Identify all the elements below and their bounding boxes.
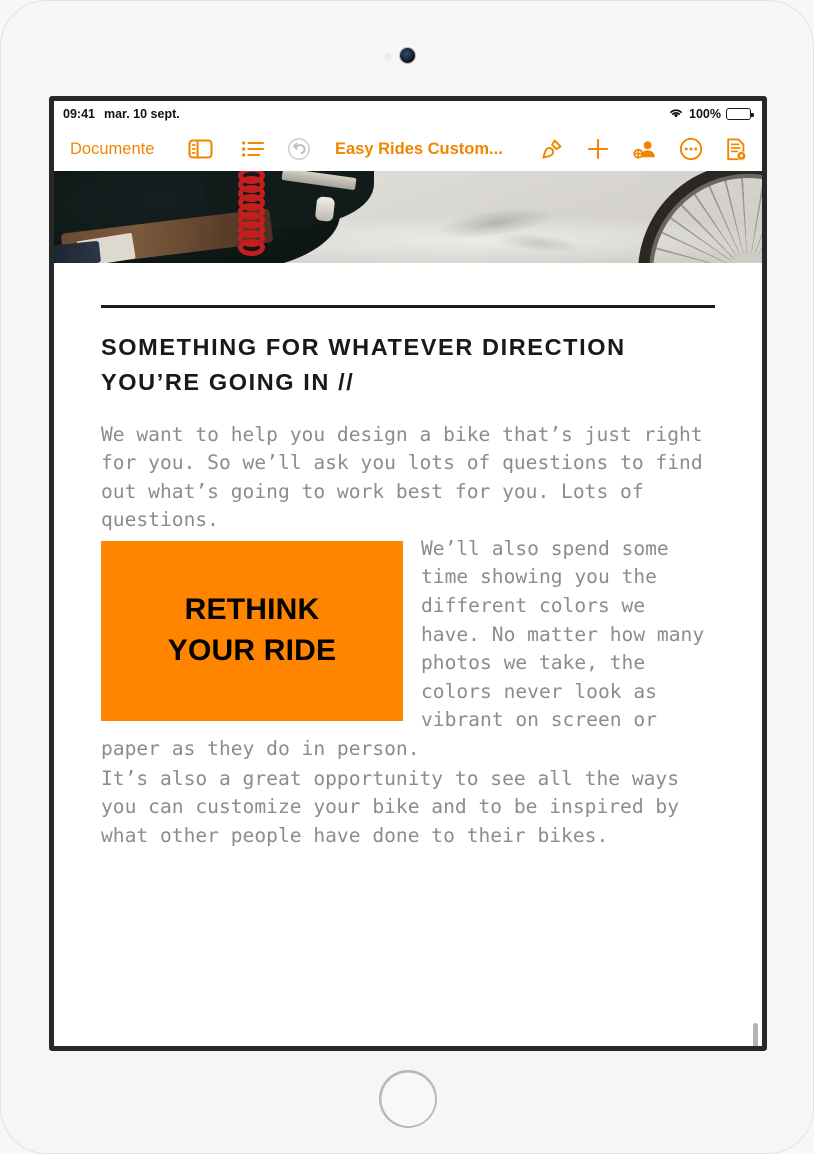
app-toolbar: Documente Easy Rides Custom... (54, 127, 762, 171)
sidebar-panel-icon[interactable] (188, 138, 213, 160)
document-body: SOMETHING FOR WHATEVER DIRECTION YOU’RE … (54, 263, 762, 850)
paragraph-three[interactable]: It’s also a great opportunity to see all… (101, 765, 715, 851)
status-time: 09:41 (63, 107, 95, 121)
paragraph-one[interactable]: We want to help you design a bike that’s… (101, 421, 715, 535)
front-camera-icon (400, 48, 415, 63)
format-paintbrush-icon[interactable] (540, 137, 564, 161)
red-coiled-cable (236, 171, 300, 263)
document-title[interactable]: Easy Rides Custom... (335, 140, 503, 159)
document-view-options-icon[interactable] (724, 137, 748, 162)
document-page: SOMETHING FOR WHATEVER DIRECTION YOU’RE … (54, 171, 762, 851)
back-to-documents-button[interactable]: Documente (70, 140, 154, 159)
status-bar-right: 100% (668, 107, 754, 122)
vertical-scrollbar[interactable] (753, 1023, 758, 1046)
battery-full-icon (726, 108, 754, 120)
bulleted-list-icon[interactable] (241, 139, 265, 159)
page-title[interactable]: SOMETHING FOR WHATEVER DIRECTION YOU’RE … (101, 330, 715, 401)
more-ellipsis-icon[interactable] (679, 137, 703, 161)
add-person-collaborate-icon[interactable] (632, 137, 658, 161)
rethink-your-ride-callout[interactable]: RETHINK YOUR RIDE (101, 540, 403, 721)
ambient-sensor-icon (385, 53, 392, 60)
ipad-device: 09:41 mar. 10 sept. 100% Documente Easy … (0, 0, 814, 1154)
callout-line-1: RETHINK (184, 593, 320, 627)
wifi-icon (668, 107, 684, 122)
status-bar-left: 09:41 mar. 10 sept. (63, 107, 180, 121)
undo-arrow-icon[interactable] (287, 137, 311, 161)
document-scroll-area[interactable]: SOMETHING FOR WHATEVER DIRECTION YOU’RE … (54, 171, 762, 1046)
bicycle-wheel-photo (54, 171, 762, 263)
status-bar: 09:41 mar. 10 sept. 100% (54, 101, 762, 127)
home-button[interactable] (379, 1070, 437, 1128)
plus-add-icon[interactable] (586, 137, 610, 161)
device-screen: 09:41 mar. 10 sept. 100% Documente Easy … (49, 96, 767, 1051)
callout-line-2: YOUR RIDE (167, 633, 337, 667)
status-date: mar. 10 sept. (103, 107, 180, 121)
heading-divider (101, 305, 715, 308)
battery-percent-label: 100% (689, 107, 721, 121)
